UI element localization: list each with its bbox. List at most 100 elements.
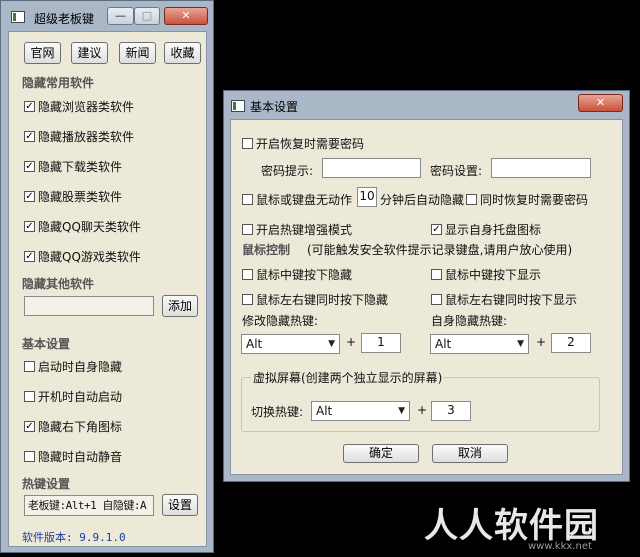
basic-setting-box-3[interactable] (24, 451, 35, 462)
mouse-both-hide-box[interactable] (242, 294, 253, 305)
app-icon (11, 11, 25, 23)
mouse-both-show-checkbox[interactable]: 鼠标左右键同时按下显示 (431, 291, 577, 308)
dialog-client: 开启恢复时需要密码 密码提示: 密码设置: 鼠标或键盘无动作 10 分钟后自动隐… (230, 119, 623, 475)
plus-sign: + (346, 335, 357, 349)
self-hotkey-key-input[interactable]: 2 (551, 333, 591, 353)
chevron-down-icon: ▼ (398, 406, 405, 416)
section-common-software: 隐藏常用软件 (22, 76, 95, 90)
dialog-close-button[interactable]: ✕ (578, 94, 623, 112)
basic-setting-label-0: 启动时自身隐藏 (38, 360, 123, 374)
basic-setting-checkbox-1[interactable]: 开机时自动启动 (24, 388, 122, 405)
basic-setting-checkbox-2[interactable]: 隐藏右下角图标 (24, 418, 122, 435)
common-software-checkbox-1[interactable]: 隐藏播放器类软件 (24, 128, 134, 145)
mouse-middle-show-checkbox[interactable]: 鼠标中键按下显示 (431, 266, 541, 283)
main-titlebar[interactable]: 超级老板键 — □ ✕ (1, 1, 213, 31)
self-hotkey-label: 自身隐藏热键: (431, 314, 508, 328)
hotkey-enhance-box[interactable] (242, 224, 253, 235)
news-button[interactable]: 新闻 (119, 42, 156, 64)
chevron-down-icon: ▼ (328, 339, 335, 349)
mouse-middle-show-box[interactable] (431, 269, 442, 280)
common-software-box-4[interactable] (24, 221, 35, 232)
maximize-button[interactable]: □ (134, 7, 160, 25)
basic-setting-checkbox-0[interactable]: 启动时自身隐藏 (24, 358, 122, 375)
common-software-checkbox-4[interactable]: 隐藏QQ聊天类软件 (24, 218, 141, 235)
basic-setting-label-2: 隐藏右下角图标 (38, 420, 123, 434)
common-software-checkbox-3[interactable]: 隐藏股票类软件 (24, 188, 122, 205)
idle-autohide-box[interactable] (242, 194, 253, 205)
password-hint-input[interactable] (322, 158, 421, 178)
section-hotkey-settings: 热键设置 (22, 477, 71, 491)
password-set-label: 密码设置: (430, 164, 483, 178)
feedback-button[interactable]: 建议 (71, 42, 108, 64)
password-hint-label: 密码提示: (261, 164, 314, 178)
hotkey-display: 老板键:Alt+1 自隐键:A (24, 495, 154, 516)
mouse-both-hide-checkbox[interactable]: 鼠标左右键同时按下隐藏 (242, 291, 388, 308)
add-button[interactable]: 添加 (162, 295, 198, 317)
common-software-box-1[interactable] (24, 131, 35, 142)
chevron-down-icon: ▼ (517, 339, 524, 349)
settings-button[interactable]: 设置 (162, 494, 198, 516)
common-software-box-2[interactable] (24, 161, 35, 172)
show-tray-box[interactable] (431, 224, 442, 235)
virtual-screen-title: 虚拟屏幕(创建两个独立显示的屏幕) (251, 369, 445, 386)
idle-minutes-input[interactable]: 10 (357, 187, 377, 207)
switch-hotkey-key-input[interactable]: 3 (431, 401, 471, 421)
switch-hotkey-modifier-select[interactable]: Alt ▼ (311, 401, 410, 421)
mouse-control-title: 鼠标控制 (242, 243, 291, 257)
common-software-label-2: 隐藏下载类软件 (38, 160, 123, 174)
close-button[interactable]: ✕ (164, 7, 208, 25)
idle-suffix-label: 分钟后自动隐藏 (380, 193, 465, 207)
restore-password-checkbox[interactable]: 同时恢复时需要密码 (466, 191, 588, 208)
other-software-input[interactable] (24, 296, 154, 316)
plus-sign: + (536, 335, 547, 349)
common-software-label-5: 隐藏QQ游戏类软件 (38, 250, 141, 264)
favorite-button[interactable]: 收藏 (164, 42, 201, 64)
main-title: 超级老板键 (34, 12, 95, 26)
common-software-label-4: 隐藏QQ聊天类软件 (38, 220, 141, 234)
basic-setting-checkbox-3[interactable]: 隐藏时自动静音 (24, 448, 122, 465)
show-tray-checkbox[interactable]: 显示自身托盘图标 (431, 221, 541, 238)
section-other-software: 隐藏其他软件 (22, 277, 95, 291)
basic-setting-box-2[interactable] (24, 421, 35, 432)
main-client: 官网 建议 新闻 收藏 隐藏常用软件 隐藏浏览器类软件隐藏播放器类软件隐藏下载类… (8, 31, 207, 547)
dialog-title: 基本设置 (250, 100, 299, 114)
common-software-checkbox-0[interactable]: 隐藏浏览器类软件 (24, 98, 134, 115)
switch-hotkey-label: 切换热键: (251, 405, 304, 419)
common-software-checkbox-5[interactable]: 隐藏QQ游戏类软件 (24, 248, 141, 265)
cancel-button[interactable]: 取消 (432, 444, 508, 463)
minimize-button[interactable]: — (107, 7, 134, 25)
common-software-label-0: 隐藏浏览器类软件 (38, 100, 135, 114)
common-software-box-5[interactable] (24, 251, 35, 262)
mouse-both-show-box[interactable] (431, 294, 442, 305)
basic-setting-box-1[interactable] (24, 391, 35, 402)
basic-setting-label-1: 开机时自动启动 (38, 390, 123, 404)
password-set-input[interactable] (491, 158, 591, 178)
watermark-url: www.kkx.net (528, 541, 592, 552)
mouse-middle-hide-box[interactable] (242, 269, 253, 280)
mouse-control-note: (可能触发安全软件提示记录键盘,请用户放心使用) (307, 243, 573, 257)
hotkey-enhance-checkbox[interactable]: 开启热键增强模式 (242, 221, 352, 238)
common-software-box-0[interactable] (24, 101, 35, 112)
dialog-icon (231, 100, 245, 112)
basic-setting-label-3: 隐藏时自动静音 (38, 450, 123, 464)
common-software-checkbox-2[interactable]: 隐藏下载类软件 (24, 158, 122, 175)
dialog-titlebar[interactable]: 基本设置 ✕ (224, 91, 629, 121)
hide-hotkey-key-input[interactable]: 1 (361, 333, 401, 353)
ok-button[interactable]: 确定 (343, 444, 419, 463)
idle-autohide-checkbox[interactable]: 鼠标或键盘无动作 (242, 191, 352, 208)
main-window: 超级老板键 — □ ✕ 官网 建议 新闻 收藏 隐藏常用软件 隐藏浏览器类软件隐… (0, 0, 214, 553)
basic-setting-box-0[interactable] (24, 361, 35, 372)
hide-hotkey-modifier-select[interactable]: Alt ▼ (241, 334, 340, 354)
version-text: 软件版本: 9.9.1.0 (22, 531, 126, 544)
mouse-middle-hide-checkbox[interactable]: 鼠标中键按下隐藏 (242, 266, 352, 283)
section-basic-settings: 基本设置 (22, 337, 71, 351)
plus-sign: + (417, 403, 428, 417)
settings-dialog: 基本设置 ✕ 开启恢复时需要密码 密码提示: 密码设置: 鼠标或键盘无动作 10… (223, 90, 630, 482)
restore-password-box[interactable] (466, 194, 477, 205)
password-required-checkbox[interactable]: 开启恢复时需要密码 (242, 135, 364, 152)
password-required-box[interactable] (242, 138, 253, 149)
common-software-box-3[interactable] (24, 191, 35, 202)
hide-hotkey-label: 修改隐藏热键: (242, 314, 319, 328)
official-site-button[interactable]: 官网 (24, 42, 61, 64)
self-hotkey-modifier-select[interactable]: Alt ▼ (430, 334, 529, 354)
